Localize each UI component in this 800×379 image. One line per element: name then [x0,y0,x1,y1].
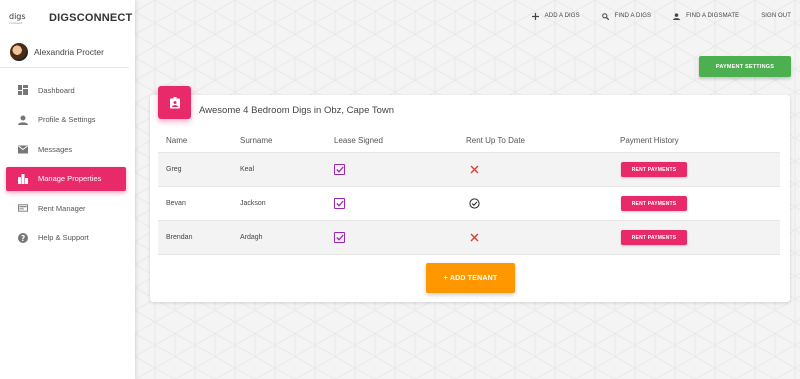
topbar: ADD A DIGS FIND A DIGS FIND A DIGSMATE S… [135,0,800,32]
sidebar-item-help-support[interactable]: ? Help & Support [6,226,126,250]
brand[interactable]: digs connect DIGSCONNECT [0,0,135,36]
find-digs-link[interactable]: FIND A DIGS [601,12,652,20]
sidebar-item-profile-settings[interactable]: Profile & Settings [6,108,126,132]
rent-payments-button[interactable]: RENT PAYMENTS [621,230,687,245]
tenant-surname: Ardagh [240,234,263,241]
sidebar-item-dashboard[interactable]: Dashboard [6,78,126,102]
person-icon [18,115,28,125]
add-digs-label: ADD A DIGS [544,13,580,19]
brand-logo: digs connect [9,12,27,25]
card-icon [18,203,28,213]
rent-payments-button[interactable]: RENT PAYMENTS [621,196,687,211]
lease-signed-checkbox[interactable] [334,198,345,209]
column-header-lease-signed: Lease Signed [334,136,383,145]
rent-payments-button[interactable]: RENT PAYMENTS [621,162,687,177]
lease-signed-checkbox[interactable] [334,232,345,243]
column-header-payment-history: Payment History [620,136,679,145]
sign-out-label: SIGN OUT [761,13,791,19]
logo-text-top: digs [9,11,26,21]
find-digsmate-link[interactable]: FIND A DIGSMATE [673,12,740,20]
column-header-surname: Surname [240,136,273,145]
sidebar: digs connect DIGSCONNECT Alexandria Proc… [0,0,135,379]
check-icon [335,234,344,241]
plus-icon [531,12,539,20]
table-row: Brendan Ardagh RENT PAYMENTS [158,221,780,255]
sidebar-item-label: Messages [38,144,73,154]
column-header-name: Name [166,136,188,145]
add-digs-link[interactable]: ADD A DIGS [531,12,580,20]
sidebar-item-label: Profile & Settings [38,115,96,124]
sidebar-nav: Dashboard Profile & Settings Messages Ma… [0,78,135,250]
check-icon [335,200,344,207]
rent-status-x-icon [468,232,480,244]
logo-text-bottom: connect [9,20,23,25]
sidebar-item-manage-properties[interactable]: Manage Properties [6,166,126,191]
help-icon: ? [18,232,28,243]
brand-name: DIGSCONNECT [49,12,133,24]
property-card: Awesome 4 Bedroom Digs in Obz, Cape Town… [150,86,790,302]
tenant-name: Brendan [166,234,193,241]
mail-icon [18,144,28,154]
tenant-name: Greg [166,166,182,173]
person-icon [673,12,681,20]
tenant-surname: Keal [240,166,255,173]
table-row: Greg Keal RENT PAYMENTS [158,153,780,187]
column-header-rent-up-to-date: Rent Up To Date [466,136,525,145]
tenants-table: Name Surname Lease Signed Rent Up To Dat… [158,129,780,255]
find-digs-label: FIND A DIGS [614,13,652,19]
dashboard-icon [18,85,28,95]
property-title: Awesome 4 Bedroom Digs in Obz, Cape Town [199,105,395,116]
sign-out-link[interactable]: SIGN OUT [761,13,791,19]
sidebar-item-label: Manage Properties [38,174,102,183]
svg-text:?: ? [21,233,25,242]
find-digsmate-label: FIND A DIGSMATE [686,13,740,19]
sidebar-item-rent-manager[interactable]: Rent Manager [6,196,126,220]
payment-settings-button[interactable]: PAYMENT SETTINGS [699,56,791,77]
user-name: Alexandria Procter [34,46,104,57]
tenant-name: Bevan [166,200,186,207]
lease-signed-checkbox[interactable] [334,164,345,175]
sidebar-item-label: Dashboard [38,85,75,95]
rent-status-check-circle-icon [468,198,480,210]
search-icon [601,12,609,20]
rent-status-x-icon [468,164,480,176]
user-profile[interactable]: Alexandria Procter [0,36,129,68]
check-icon [335,166,344,173]
sidebar-item-label: Rent Manager [38,203,86,213]
sidebar-item-label: Help & Support [38,233,89,242]
sidebar-item-messages[interactable]: Messages [6,137,126,161]
add-tenant-button[interactable]: + ADD TENANT [426,263,515,293]
table-header: Name Surname Lease Signed Rent Up To Dat… [158,129,780,153]
tenant-surname: Jackson [240,200,266,207]
table-row: Bevan Jackson RENT PAYMENTS [158,187,780,221]
badge-icon [158,86,191,119]
building-icon [18,173,28,184]
avatar [10,42,28,61]
